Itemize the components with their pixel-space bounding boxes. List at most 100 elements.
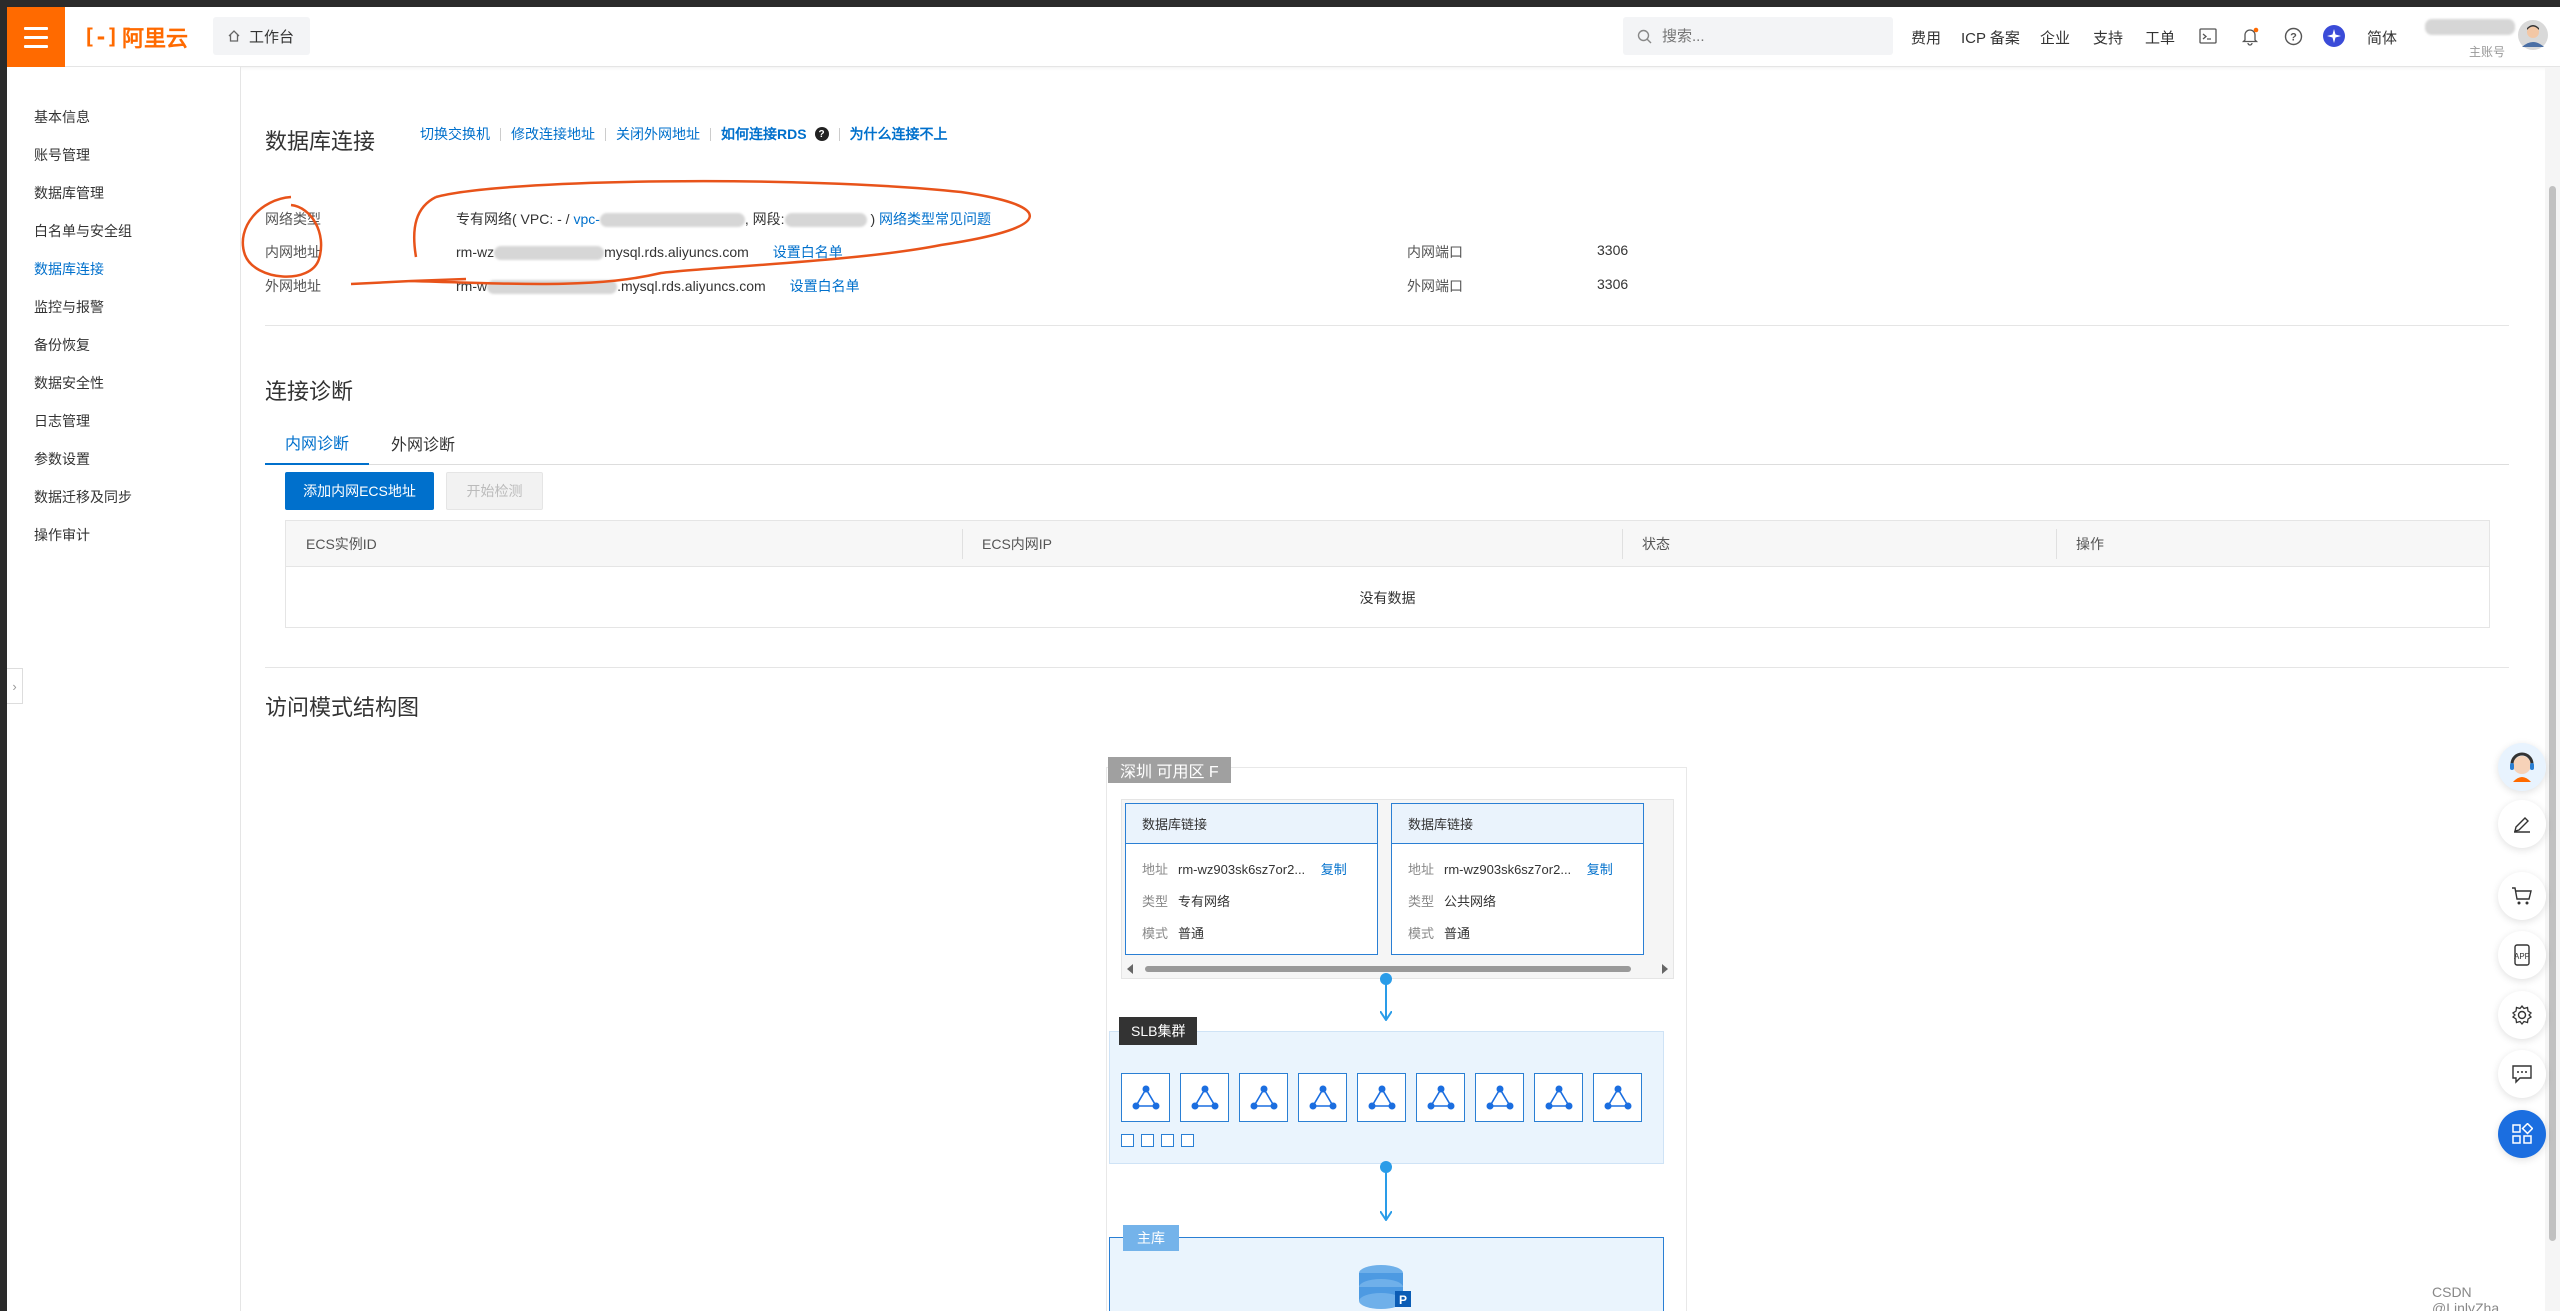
workbench-label: 工作台 [249, 28, 295, 46]
network-node-icon [1368, 1085, 1395, 1109]
account-name-blurred [2425, 19, 2515, 35]
slb-instance-square [1161, 1134, 1174, 1147]
apps-button[interactable] [2498, 1110, 2546, 1158]
network-node-icon [1486, 1085, 1513, 1109]
message-button[interactable] [2498, 1050, 2546, 1098]
slb-node [1534, 1073, 1583, 1122]
nav-enterprise[interactable]: 企业 [2040, 7, 2070, 67]
sidebar-item-audit[interactable]: 操作审计 [34, 525, 90, 545]
why-cannot-connect-link[interactable]: 为什么连接不上 [850, 124, 948, 144]
customer-service-button[interactable] [2498, 743, 2546, 791]
edit-feedback-button[interactable] [2498, 800, 2546, 848]
column-ecs-id: ECS实例ID [306, 536, 377, 552]
table-header: ECS实例ID ECS内网IP 状态 操作 [286, 521, 2489, 567]
search-icon [1637, 29, 1652, 43]
slb-cluster-label: SLB集群 [1119, 1017, 1198, 1045]
sidebar-item-backup[interactable]: 备份恢复 [34, 335, 90, 355]
account-menu[interactable]: 主账号 [2415, 13, 2521, 59]
sidebar-item-logs[interactable]: 日志管理 [34, 411, 90, 431]
help-icon[interactable]: ? [2280, 23, 2306, 49]
cart-button[interactable] [2498, 872, 2546, 920]
connection-card-public: 数据库链接 地址 rm-wz903sk6sz7or2... 复制 类型 公共网络 模… [1391, 803, 1644, 955]
language-switch[interactable]: 简体 [2367, 7, 2397, 67]
close-public-address-link[interactable]: 关闭外网地址 [616, 124, 700, 144]
external-port-label: 外网端口 [1407, 278, 1463, 294]
ai-assistant-icon[interactable] [2321, 23, 2347, 49]
column-status: 状态 [1642, 536, 1670, 552]
svg-text:?: ? [2290, 31, 2297, 43]
card-mode-row: 模式 普通 [1142, 923, 1204, 942]
pencil-icon [2514, 817, 2530, 833]
app-download-button[interactable]: APP [2498, 931, 2546, 979]
card-address-row: 地址 rm-wz903sk6sz7or2... 复制 [1408, 859, 1613, 878]
search-box[interactable] [1623, 17, 1893, 55]
menu-bar-icon [24, 26, 48, 30]
add-ecs-address-button[interactable]: 添加内网ECS地址 [285, 472, 434, 510]
column-divider [2056, 529, 2057, 559]
sidebar-item-basic-info[interactable]: 基本信息 [34, 107, 90, 127]
modify-address-link[interactable]: 修改连接地址 [511, 124, 595, 144]
page-scroll-thumb[interactable] [2549, 186, 2556, 1241]
tab-external-diagnosis[interactable]: 外网诊断 [375, 420, 471, 465]
network-node-icon [1427, 1085, 1454, 1109]
sidebar-item-whitelist[interactable]: 白名单与安全组 [34, 221, 132, 241]
sidebar-item-databases[interactable]: 数据库管理 [34, 183, 104, 203]
switch-vswitch-link[interactable]: 切换交换机 [420, 124, 490, 144]
section-divider [265, 667, 2509, 668]
menu-bar-icon [24, 35, 48, 39]
cards-horizontal-scrollbar[interactable] [1125, 962, 1670, 976]
slb-instance-square [1141, 1134, 1154, 1147]
internal-port-label: 内网端口 [1407, 244, 1463, 260]
network-node-icon [1309, 1085, 1336, 1109]
bell-icon[interactable] [2237, 23, 2263, 49]
start-check-button[interactable]: 开始检测 [446, 472, 543, 510]
sidebar-collapse-toggle[interactable]: › [7, 668, 23, 704]
sidebar-item-parameters[interactable]: 参数设置 [34, 449, 90, 469]
network-node-icon [1545, 1085, 1572, 1109]
terminal-icon[interactable] [2195, 23, 2221, 49]
type-value: 专有网络 [1178, 894, 1231, 909]
how-to-connect-link[interactable]: 如何连接RDS [721, 124, 807, 144]
svg-text:APP: APP [2514, 952, 2530, 961]
sidebar-item-migration[interactable]: 数据迁移及同步 [34, 487, 132, 507]
logo-text: 阿里云 [121, 26, 188, 51]
window-top-edge [0, 0, 2560, 7]
account-type: 主账号 [2468, 45, 2505, 59]
sidebar-item-db-connection[interactable]: 数据库连接 [34, 259, 104, 279]
gear-icon [2511, 1004, 2533, 1026]
mode-value: 普通 [1444, 926, 1471, 941]
sidebar-item-data-security[interactable]: 数据安全性 [34, 373, 104, 393]
cart-icon [2512, 887, 2532, 905]
nav-icp[interactable]: ICP 备案 [1961, 7, 2020, 67]
nav-support[interactable]: 支持 [2093, 7, 2123, 67]
nav-ticket[interactable]: 工单 [2145, 7, 2175, 67]
master-db-label: 主库 [1123, 1225, 1179, 1251]
link-divider [710, 127, 711, 141]
search-input[interactable] [1662, 27, 1862, 45]
nav-fees[interactable]: 费用 [1911, 7, 1941, 67]
aliyun-logo[interactable]: [-] 阿里云 [83, 23, 188, 51]
link-divider [500, 127, 501, 141]
user-avatar[interactable] [2517, 19, 2549, 51]
link-divider [605, 127, 606, 141]
copy-address-link[interactable]: 复制 [1321, 862, 1347, 877]
slb-node [1357, 1073, 1406, 1122]
master-badge: P [1399, 1293, 1407, 1307]
workbench-button[interactable]: 工作台 [213, 17, 311, 55]
menu-hamburger-button[interactable] [7, 7, 65, 67]
sidebar-item-monitoring[interactable]: 监控与报警 [34, 297, 104, 317]
internal-port-value: 3306 [1597, 242, 1629, 258]
grid-apps-icon [2512, 1123, 2533, 1144]
card-title: 数据库链接 [1126, 804, 1377, 844]
settings-button[interactable] [2498, 991, 2546, 1039]
sidebar-item-accounts[interactable]: 账号管理 [34, 145, 90, 165]
card-mode-row: 模式 普通 [1408, 923, 1470, 942]
mode-key: 模式 [1142, 926, 1169, 941]
diagnosis-tabs: 内网诊断 外网诊断 [265, 420, 2509, 465]
copy-address-link[interactable]: 复制 [1587, 862, 1613, 877]
help-circle-icon[interactable]: ? [814, 127, 829, 141]
address-key: 地址 [1142, 862, 1169, 877]
tab-internal-diagnosis[interactable]: 内网诊断 [265, 420, 370, 465]
home-icon [228, 30, 240, 42]
slb-node [1416, 1073, 1465, 1122]
